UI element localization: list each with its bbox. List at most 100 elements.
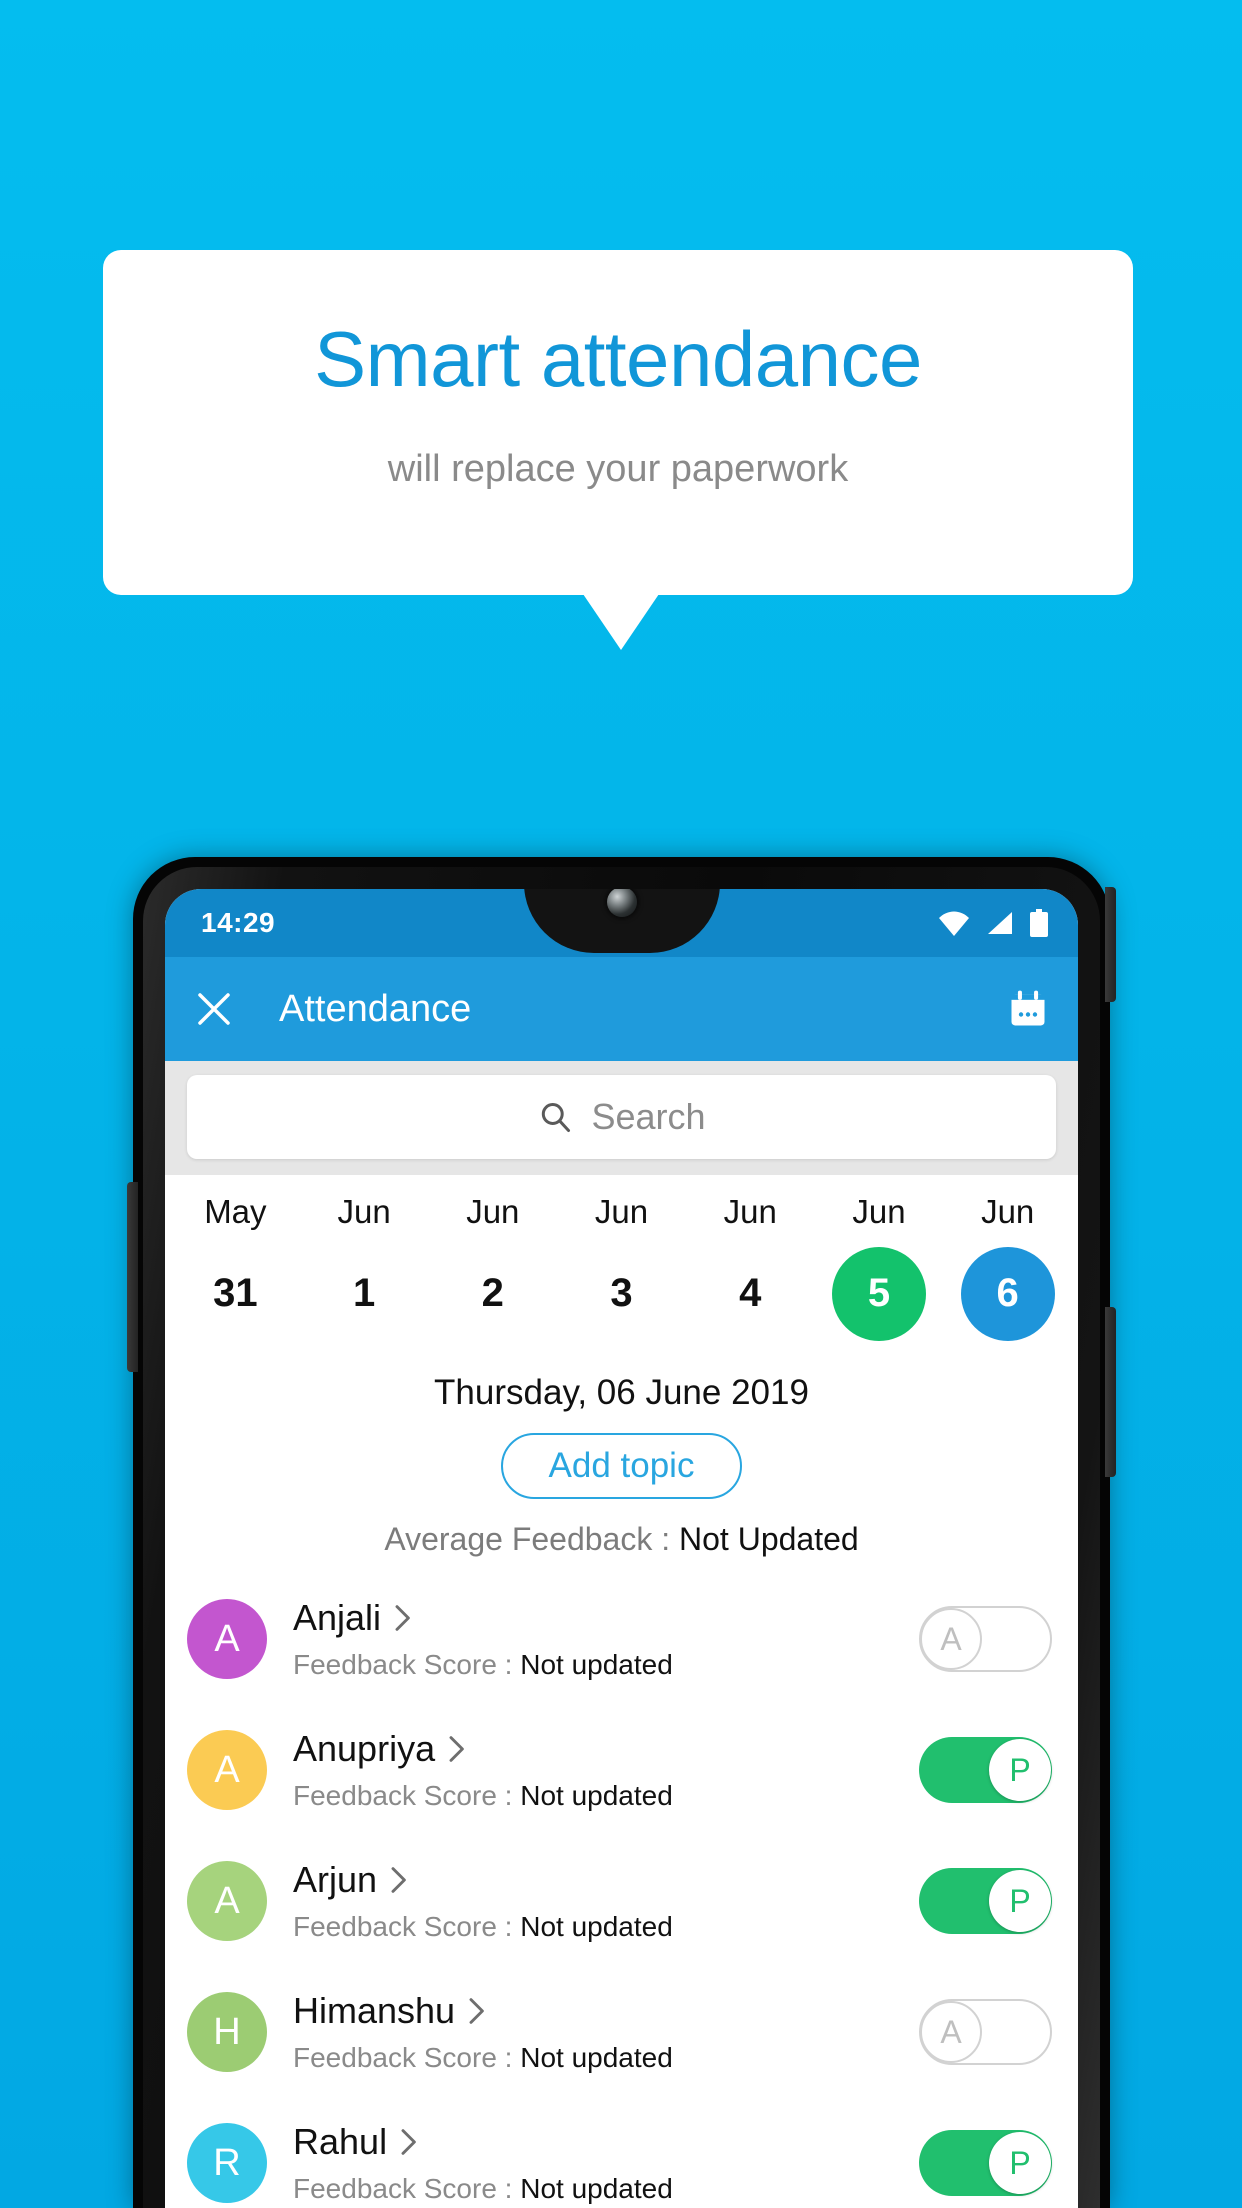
student-info: Arjun Feedback Score : Not updated xyxy=(293,1859,919,1943)
date-cell-circle: 6 xyxy=(960,1246,1055,1341)
date-cell-circle: 3 xyxy=(575,1247,669,1341)
date-cell-month: May xyxy=(204,1193,267,1230)
student-score: Feedback Score : Not updated xyxy=(293,2042,919,2074)
student-row[interactable]: H Himanshu Feedback Score : Not updated A xyxy=(165,1967,1078,2098)
student-name-row[interactable]: Rahul xyxy=(293,2121,919,2163)
search-bar-container: Search xyxy=(165,1061,1078,1175)
volume-button[interactable] xyxy=(127,1182,138,1372)
student-score: Feedback Score : Not updated xyxy=(293,1780,919,1812)
average-feedback-label: Average Feedback : xyxy=(384,1520,680,1557)
date-cell-circle: 2 xyxy=(446,1247,540,1341)
promo-subtitle: will replace your paperwork xyxy=(387,448,849,490)
status-icons xyxy=(938,909,1048,937)
attendance-toggle-knob: A xyxy=(920,2001,982,2064)
date-cell-month: Jun xyxy=(337,1193,391,1230)
selected-date-label: Thursday, 06 June 2019 xyxy=(434,1372,809,1412)
student-name: Arjun xyxy=(293,1859,378,1901)
student-name-row[interactable]: Anjali xyxy=(293,1597,919,1639)
student-list: A Anjali Feedback Score : Not updated A A Anu… xyxy=(165,1574,1078,2208)
attendance-toggle[interactable]: P xyxy=(919,2130,1052,2197)
student-row[interactable]: A Anupriya Feedback Score : Not updated P xyxy=(165,1705,1078,1836)
student-name-row[interactable]: Anupriya xyxy=(293,1728,919,1770)
date-cell-day: 1 xyxy=(352,1271,376,1316)
power-button[interactable] xyxy=(1105,887,1116,1002)
search-input[interactable]: Search xyxy=(187,1075,1056,1159)
add-topic-container: Add topic xyxy=(165,1432,1078,1499)
student-name: Himanshu xyxy=(293,1990,456,2032)
date-cell-jun-2[interactable]: Jun 2 xyxy=(428,1193,557,1341)
search-icon xyxy=(542,1103,571,1132)
front-camera-icon xyxy=(606,889,637,917)
attendance-toggle[interactable]: A xyxy=(919,1999,1052,2066)
student-row[interactable]: A Anjali Feedback Score : Not updated A xyxy=(165,1574,1078,1705)
status-bar: 14:29 xyxy=(165,889,1078,957)
date-cell-month: Jun xyxy=(466,1193,520,1230)
student-score-value: Not updated xyxy=(520,2173,673,2205)
attendance-toggle-knob: A xyxy=(920,1608,982,1671)
date-cell-circle: 1 xyxy=(317,1247,411,1341)
attendance-toggle[interactable]: A xyxy=(919,1606,1052,1673)
date-cell-jun-1[interactable]: Jun 1 xyxy=(300,1193,429,1341)
date-cell-jun-3[interactable]: Jun 3 xyxy=(557,1193,686,1341)
student-row[interactable]: A Arjun Feedback Score : Not updated P xyxy=(165,1836,1078,1967)
attendance-toggle[interactable]: P xyxy=(919,1868,1052,1935)
date-cell-day: 31 xyxy=(213,1271,258,1316)
chevron-right-icon[interactable] xyxy=(449,1736,466,1763)
chevron-right-icon[interactable] xyxy=(401,2129,418,2156)
student-score: Feedback Score : Not updated xyxy=(293,2173,919,2205)
date-cell-month: Jun xyxy=(594,1193,649,1230)
date-cell-circle: 5 xyxy=(831,1246,926,1341)
add-topic-button[interactable]: Add topic xyxy=(500,1432,743,1499)
date-cell-month: Jun xyxy=(723,1193,777,1230)
avatar: A xyxy=(187,1730,267,1811)
student-name: Anupriya xyxy=(293,1728,436,1770)
student-row[interactable]: R Rahul Feedback Score : Not updated P xyxy=(165,2098,1078,2208)
promo-title: Smart attendance xyxy=(314,315,922,403)
phone-mockup: 14:29 Attendance Search May 31 Jun 1 Jun… xyxy=(127,857,1116,2208)
student-info: Anjali Feedback Score : Not updated xyxy=(293,1597,919,1681)
student-score-value: Not updated xyxy=(520,2042,673,2074)
attendance-toggle-knob: P xyxy=(989,2132,1051,2195)
student-score-label: Feedback Score : xyxy=(293,1780,521,1812)
student-name: Anjali xyxy=(293,1597,382,1639)
attendance-toggle[interactable]: P xyxy=(919,1737,1052,1804)
chevron-right-icon[interactable] xyxy=(391,1867,408,1894)
student-name-row[interactable]: Himanshu xyxy=(293,1990,919,2032)
date-cell-jun-5[interactable]: Jun 5 xyxy=(815,1193,944,1341)
wifi-icon xyxy=(939,911,969,936)
assistant-button[interactable] xyxy=(1105,1307,1116,1477)
student-name-row[interactable]: Arjun xyxy=(293,1859,919,1901)
date-cell-may-31[interactable]: May 31 xyxy=(171,1193,300,1341)
date-cell-month: Jun xyxy=(852,1193,906,1230)
student-info: Rahul Feedback Score : Not updated xyxy=(293,2121,919,2205)
average-feedback: Average Feedback : Not Updated xyxy=(165,1521,1078,1558)
promo-bubble-tail xyxy=(583,594,659,650)
student-score: Feedback Score : Not updated xyxy=(293,1649,919,1681)
attendance-toggle-knob: P xyxy=(989,1870,1051,1933)
page-title: Attendance xyxy=(279,987,472,1030)
student-score-value: Not updated xyxy=(520,1649,673,1681)
date-cell-jun-4[interactable]: Jun 4 xyxy=(686,1193,815,1341)
average-feedback-value: Not Updated xyxy=(679,1520,859,1557)
avatar: R xyxy=(187,2123,267,2204)
attendance-toggle-knob: P xyxy=(989,1739,1051,1802)
avatar: A xyxy=(187,1861,267,1942)
student-score-value: Not updated xyxy=(520,1911,673,1943)
student-score-label: Feedback Score : xyxy=(293,1911,521,1943)
chevron-right-icon[interactable] xyxy=(395,1605,412,1632)
avatar: A xyxy=(187,1599,267,1680)
date-cell-circle: 4 xyxy=(703,1247,797,1341)
date-cell-circle: 31 xyxy=(188,1247,282,1341)
chevron-right-icon[interactable] xyxy=(469,1998,486,2025)
calendar-icon[interactable] xyxy=(1006,987,1050,1031)
student-info: Himanshu Feedback Score : Not updated xyxy=(293,1990,919,2074)
student-score-label: Feedback Score : xyxy=(293,2173,521,2205)
date-cell-month: Jun xyxy=(981,1193,1035,1230)
date-cell-day: 6 xyxy=(996,1271,1019,1316)
student-score: Feedback Score : Not updated xyxy=(293,1911,919,1943)
avatar: H xyxy=(187,1992,267,2073)
close-icon[interactable] xyxy=(193,988,235,1030)
phone-screen: 14:29 Attendance Search May 31 Jun 1 Jun… xyxy=(165,889,1078,2208)
date-cell-jun-6[interactable]: Jun 6 xyxy=(943,1193,1072,1341)
date-cell-day: 4 xyxy=(739,1271,762,1316)
